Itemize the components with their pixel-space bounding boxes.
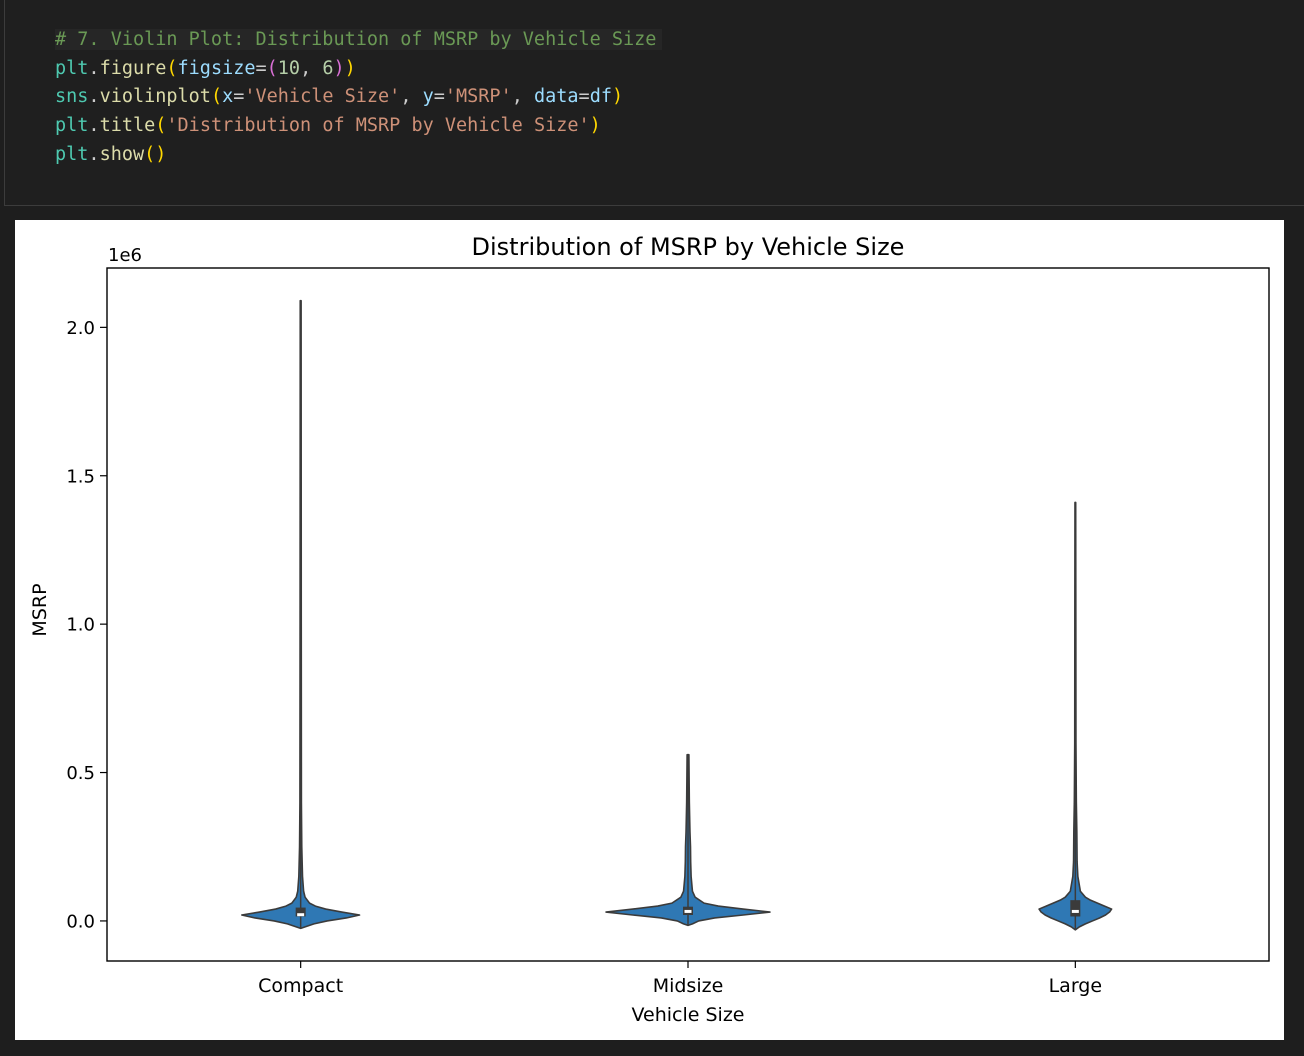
code-token: () [144,143,167,165]
x-tick-label: Midsize [653,975,724,997]
violins-group [240,299,1113,931]
code-token: plt [55,143,89,165]
code-editor[interactable]: # 7. Violin Plot: Distribution of MSRP b… [55,26,663,170]
code-cell[interactable]: # 7. Violin Plot: Distribution of MSRP b… [4,0,1304,206]
code-token: x [222,86,234,108]
code-token: ) [344,57,356,79]
code-line: sns.violinplot(x='Vehicle Size', y='MSRP… [55,83,662,112]
y-offset-label: 1e6 [108,245,142,266]
code-token: ) [333,57,345,79]
code-token: 'MSRP' [444,86,512,108]
code-token: show [99,143,145,165]
code-token: 'Distribution of MSRP by Vehicle Size' [166,115,590,137]
code-line: # 7. Violin Plot: Distribution of MSRP b… [55,26,663,55]
y-tick-label: 1.0 [66,615,95,636]
code-token: = [255,57,267,79]
code-token: 6 [322,57,334,79]
code-token: y [422,86,434,108]
code-token: figsize [177,57,256,79]
code-line: plt.figure(figsize=(10, 6)) [55,55,662,84]
code-token: df [589,86,612,108]
code-token: . [88,57,100,79]
code-line: plt.title('Distribution of MSRP by Vehic… [55,112,662,141]
code-token: , [300,57,323,79]
code-line: plt.show() [55,141,662,170]
code-token: ) [611,86,624,108]
code-token: , [400,86,423,108]
bottom-bar [0,1040,1304,1056]
code-token: ( [266,57,278,79]
y-tick-label: 1.5 [66,466,95,487]
code-token: plt [55,57,89,79]
code-token: ( [155,115,167,137]
code-token: figure [99,57,167,79]
code-token: = [233,86,245,108]
code-token: . [88,86,100,108]
code-token: . [88,115,100,137]
y-tick-label: 0.0 [66,911,95,932]
y-ticks: 0.0 0.5 1.0 1.5 2.0 [66,318,107,932]
y-tick-label: 2.0 [66,318,95,339]
code-token: sns [55,86,89,108]
y-tick-label: 0.5 [66,763,95,784]
chart-title: Distribution of MSRP by Vehicle Size [472,233,905,261]
code-token: = [578,86,590,108]
code-token: ) [589,115,601,137]
code-token: violinplot [99,86,211,108]
code-token: data [533,86,579,108]
x-ticks: Compact Midsize Large [258,961,1102,997]
code-token: 'Vehicle Size' [244,86,401,108]
code-token: plt [55,115,89,137]
x-tick-label: Compact [258,975,343,997]
violin-chart: Distribution of MSRP by Vehicle Size 1e6… [29,233,1270,1026]
code-token: title [99,115,156,137]
code-token: 10 [277,57,301,79]
code-token: ( [210,86,223,108]
x-axis-label: Vehicle Size [632,1004,745,1026]
code-token: . [88,143,100,165]
y-axis-label: MSRP [29,583,51,636]
x-tick-label: Large [1049,975,1102,997]
code-token: = [433,86,445,108]
code-token: ( [166,57,178,79]
code-token: , [511,86,534,108]
code-token: # 7. Violin Plot: Distribution of MSRP b… [55,29,657,50]
cell-output: Distribution of MSRP by Vehicle Size 1e6… [15,220,1284,1040]
